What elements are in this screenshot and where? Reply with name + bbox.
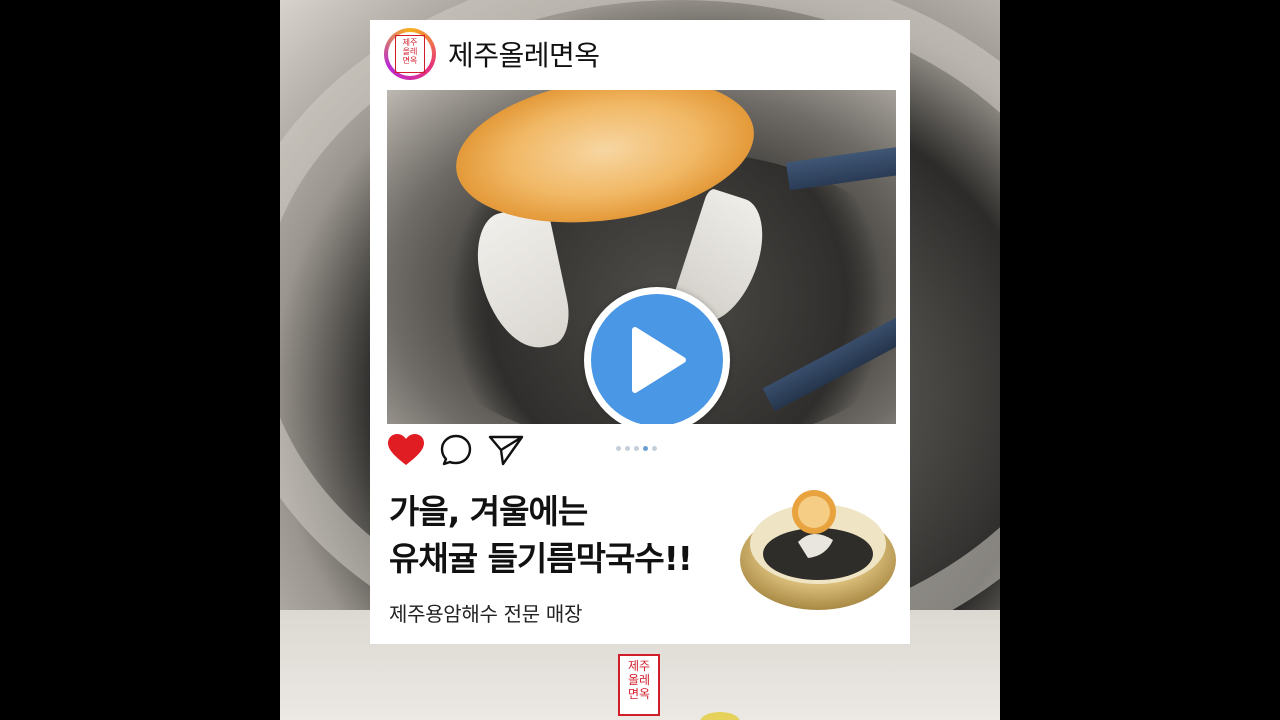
background-logo-stamp: 제주 올레 면옥 [618,654,660,716]
post-header: 제주 올레 면옥 제주올레면옥 [384,26,600,82]
carousel-dot-active [643,446,648,451]
carousel-dot [625,446,630,451]
avatar-logo-stamp: 제주 올레 면옥 [395,35,425,73]
stamp-line: 면옥 [627,687,651,701]
post-media[interactable] [387,90,896,424]
carousel-indicator [616,446,657,451]
carousel-dot [616,446,621,451]
carousel-dot [634,446,639,451]
stamp-line: 제주 [627,659,651,673]
avatar-stamp-line: 면옥 [402,56,418,65]
avatar[interactable]: 제주 올레 면옥 [384,28,436,80]
media-scissors-blade [785,137,896,191]
comment-icon[interactable] [439,433,473,471]
avatar-stamp-line: 올레 [402,47,418,56]
share-icon[interactable] [487,433,525,471]
post-headline: 가을, 겨울에는 유채귤 들기름막국수!! [389,488,693,582]
stamp-line: 올레 [627,673,651,687]
avatar-inner: 제주 올레 면옥 [388,32,432,76]
avatar-stamp-line: 제주 [402,38,418,47]
carousel-dot [652,446,657,451]
account-name[interactable]: 제주올레면옥 [448,34,600,74]
headline-line: 유채귤 들기름막국수!! [389,539,693,578]
post-card: 제주 올레 면옥 제주올레면옥 가을, 겨울에는 유채귤 들기름막국수!! 제주… [370,20,910,644]
post-subline: 제주용암해수 전문 매장 [389,602,583,626]
post-actions [387,434,525,470]
headline-line: 가을, 겨울에는 [389,492,588,531]
play-icon [591,294,723,424]
noodle-bowl-thumbnail [738,472,898,612]
heart-icon[interactable] [387,433,425,471]
play-button[interactable] [584,287,730,424]
